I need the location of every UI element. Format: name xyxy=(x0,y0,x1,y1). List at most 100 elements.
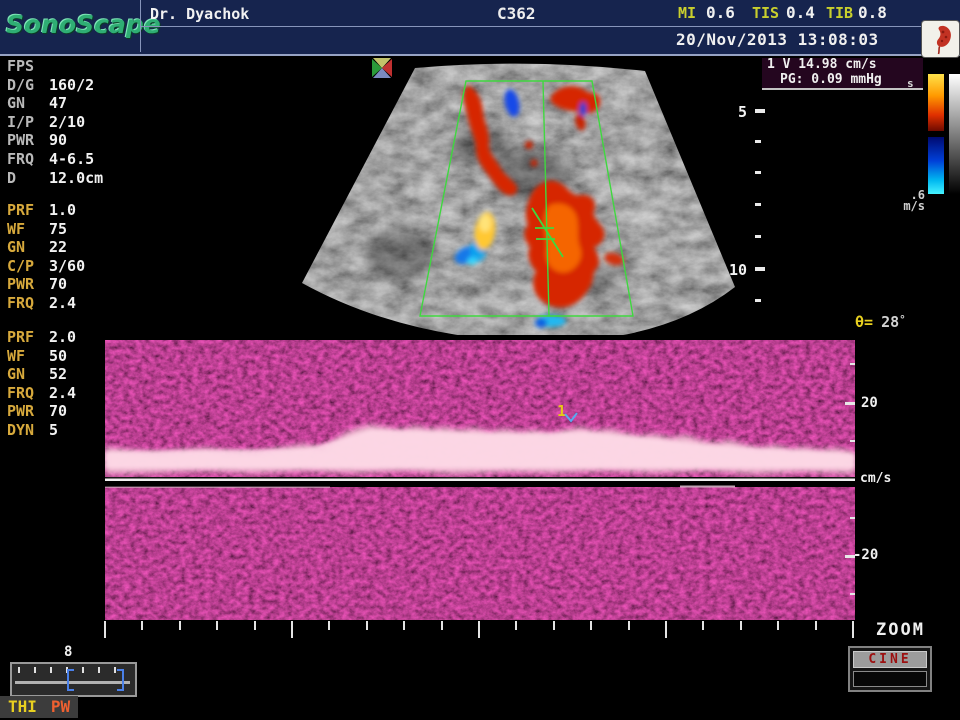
color-scale-bar-forward xyxy=(928,74,944,131)
param-row: PWR90 xyxy=(7,131,117,150)
color-scale-bar-reverse xyxy=(928,137,944,194)
cine-button-lower xyxy=(853,671,927,687)
cine-button-label: CINE xyxy=(853,651,927,668)
measurement-line-1: 1 V 14.98 cm/s xyxy=(762,58,923,73)
slider-tick xyxy=(18,667,20,673)
header-divider-horizontal xyxy=(141,26,922,27)
param-row: C/P3/60 xyxy=(7,257,117,276)
angle-value: 28 xyxy=(873,313,899,331)
param-value: 5 xyxy=(49,421,58,439)
param-value: 2.4 xyxy=(49,294,76,312)
mode-chip-bar: THIPW xyxy=(0,696,78,718)
depth-label: 10 xyxy=(729,261,747,279)
param-label: WF xyxy=(7,347,49,366)
theta-symbol: θ= xyxy=(855,313,873,331)
depth-tick xyxy=(755,203,761,206)
depth-tick xyxy=(755,299,761,302)
kidney-icon xyxy=(922,21,959,57)
param-row: FRQ4-6.5 xyxy=(7,150,117,169)
param-row: PRF2.0 xyxy=(7,328,117,347)
param-label: PRF xyxy=(7,328,49,347)
param-value: 2.0 xyxy=(49,328,76,346)
cine-button[interactable]: CINE xyxy=(848,646,932,692)
orientation-marker-icon xyxy=(372,58,392,78)
param-label: I/P xyxy=(7,113,49,132)
param-label: C/P xyxy=(7,257,49,276)
tib-value: 0.8 xyxy=(858,3,887,22)
measurement-line-2: PG: 0.09 mmHg xyxy=(762,73,923,88)
param-row: FPS xyxy=(7,57,117,76)
param-row: DYN5 xyxy=(7,421,117,440)
cine-slider[interactable] xyxy=(10,662,137,697)
mi-value: 0.6 xyxy=(706,3,735,22)
param-block-b-mode: FPS D/G160/2 GN47 I/P2/10 PWR90 FRQ4-6.5… xyxy=(7,57,117,187)
param-value: 160/2 xyxy=(49,76,94,94)
tib-label: TIB xyxy=(826,4,853,22)
measurement-marker: 1 xyxy=(557,402,566,420)
param-label: DYN xyxy=(7,421,49,440)
param-label: D xyxy=(7,169,49,188)
time-axis xyxy=(100,620,865,642)
pw-button[interactable]: PW xyxy=(37,697,70,716)
tis-value: 0.4 xyxy=(786,3,815,22)
param-value: 52 xyxy=(49,365,67,383)
angle-readout: θ=28° xyxy=(855,313,906,331)
logo: SonoScape xyxy=(6,10,138,39)
gray-scale-bar xyxy=(949,74,960,194)
param-row: WF50 xyxy=(7,347,117,366)
doctor-name: Dr. Dyachok xyxy=(150,5,249,23)
param-row: PWR70 xyxy=(7,275,117,294)
bodymark-tile[interactable] xyxy=(922,21,959,57)
param-label: D/G xyxy=(7,76,49,95)
param-label: PWR xyxy=(7,131,49,150)
slider-tick xyxy=(98,667,100,673)
param-row: I/P2/10 xyxy=(7,113,117,132)
header-bar: SonoScape Dr. Dyachok C362 MI 0.6 TIS 0.… xyxy=(0,0,960,56)
colorbar-scale-label: .6 m/s xyxy=(878,190,925,212)
angle-unit: ° xyxy=(899,313,906,326)
depth-label: 5 xyxy=(738,103,747,121)
param-row: D12.0cm xyxy=(7,169,117,188)
param-row: GN22 xyxy=(7,238,117,257)
slider-value: 8 xyxy=(64,644,72,660)
param-row: PWR70 xyxy=(7,402,117,421)
depth-tick xyxy=(755,109,765,113)
spectral-baseline xyxy=(105,479,855,482)
param-value: 2.4 xyxy=(49,384,76,402)
param-value: 90 xyxy=(49,131,67,149)
param-value: 12.0cm xyxy=(49,169,103,187)
param-label: FRQ xyxy=(7,384,49,403)
param-label: PWR xyxy=(7,402,49,421)
param-label: FPS xyxy=(7,57,49,76)
spectral-display: 1 xyxy=(105,340,855,620)
depth-tick xyxy=(755,140,761,143)
param-label: GN xyxy=(7,365,49,384)
depth-tick xyxy=(755,235,761,238)
param-value: 50 xyxy=(49,347,67,365)
slider-bracket-left[interactable] xyxy=(67,669,74,691)
depth-tick xyxy=(755,171,761,174)
param-row: FRQ2.4 xyxy=(7,384,117,403)
slider-tick xyxy=(82,667,84,673)
date-time: 20/Nov/2013 13:08:03 xyxy=(676,30,879,49)
thi-button[interactable]: THI xyxy=(0,697,37,716)
tis-label: TIS xyxy=(752,4,779,22)
measurement-box: 1 V 14.98 cm/s PG: 0.09 mmHg xyxy=(762,58,923,90)
param-value: 70 xyxy=(49,402,67,420)
depth-tick xyxy=(755,267,765,271)
baseline-echo xyxy=(105,487,330,489)
param-value: 2/10 xyxy=(49,113,85,131)
colorbar-scale-unit: m/s xyxy=(878,201,925,212)
velocity-label-bottom: -20 xyxy=(853,547,878,563)
param-block-pw-mode: PRF2.0 WF50 GN52 FRQ2.4 PWR70 DYN5 xyxy=(7,328,117,440)
velocity-unit: cm/s xyxy=(860,471,891,486)
param-label: WF xyxy=(7,220,49,239)
param-row: GN52 xyxy=(7,365,117,384)
slider-tick xyxy=(34,667,36,673)
param-value: 3/60 xyxy=(49,257,85,275)
param-row: PRF1.0 xyxy=(7,201,117,220)
slider-bracket-right[interactable] xyxy=(117,669,124,691)
param-label: GN xyxy=(7,94,49,113)
param-value: 70 xyxy=(49,275,67,293)
param-label: PWR xyxy=(7,275,49,294)
